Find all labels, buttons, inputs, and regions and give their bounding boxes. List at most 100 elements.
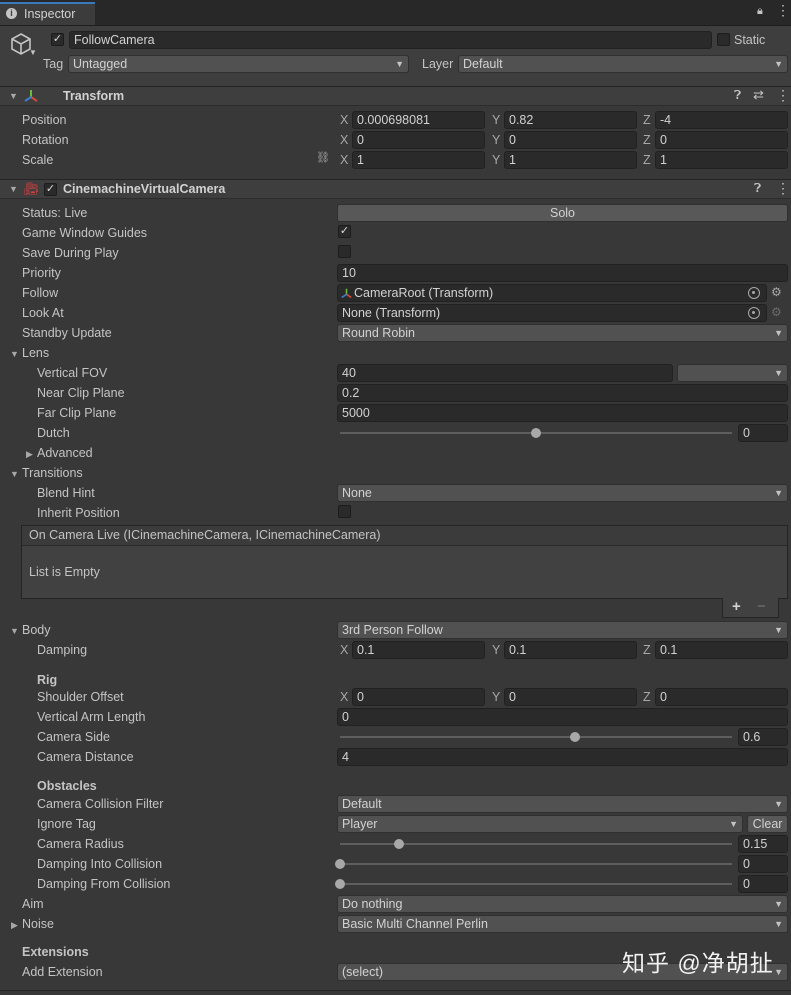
shoulder-x-input[interactable]: 0: [352, 688, 485, 706]
rotation-x-input[interactable]: 0: [352, 131, 485, 149]
component-menu-icon[interactable]: ⋮: [776, 87, 790, 104]
obstacles-heading: Obstacles: [37, 779, 97, 793]
vcam-header[interactable]: ▼ 🎥︎ ✓ CinemachineVirtualCamera ❓︎ ⋮: [0, 179, 791, 199]
position-y-input[interactable]: 0.82: [504, 111, 637, 129]
dutch-input[interactable]: 0: [738, 424, 788, 442]
object-picker-icon[interactable]: [748, 287, 760, 299]
advanced-label[interactable]: Advanced: [37, 446, 93, 460]
gameobject-name-input[interactable]: FollowCamera: [69, 31, 712, 49]
chevron-down-icon: ▼: [774, 799, 783, 809]
scale-y-input[interactable]: 1: [504, 151, 637, 169]
rotation-label: Rotation: [22, 133, 69, 147]
standby-update-dropdown[interactable]: Round Robin ▼: [337, 324, 788, 342]
gear-icon[interactable]: ⚙: [771, 285, 782, 299]
ignore-tag-dropdown[interactable]: Player ▼: [337, 815, 743, 833]
damping-from-collision-slider-thumb[interactable]: [335, 879, 345, 889]
position-z-input[interactable]: -4: [655, 111, 788, 129]
shoulder-z-input[interactable]: 0: [655, 688, 788, 706]
camera-radius-slider-thumb[interactable]: [393, 839, 404, 849]
help-icon[interactable]: ❓︎: [734, 88, 741, 103]
solo-button[interactable]: Solo: [337, 204, 788, 222]
camera-side-slider-thumb[interactable]: [570, 732, 581, 742]
foldout-arrow-icon[interactable]: ▼: [9, 91, 18, 101]
position-x-input[interactable]: 0.000698081: [352, 111, 485, 129]
near-clip-plane-input[interactable]: 0.2: [337, 384, 788, 402]
transform-header[interactable]: ▼ Transform ❓︎ ⇄ ⋮: [0, 86, 791, 106]
damping-from-collision-slider-track[interactable]: [335, 879, 732, 889]
tag-dropdown[interactable]: Untagged ▼: [68, 55, 409, 73]
noise-label[interactable]: Noise: [22, 917, 54, 931]
damping-y-input[interactable]: 0.1: [504, 641, 637, 659]
constrain-proportions-icon[interactable]: ⛓︎: [316, 151, 330, 164]
inherit-position-label: Inherit Position: [37, 506, 120, 520]
transitions-foldout-icon[interactable]: ▼: [10, 469, 19, 479]
rotation-z-input[interactable]: 0: [655, 131, 788, 149]
active-checkbox[interactable]: ✓: [51, 33, 64, 46]
clear-button[interactable]: Clear: [747, 815, 788, 833]
advanced-foldout-icon[interactable]: ▶: [26, 449, 33, 460]
shoulder-offset-label: Shoulder Offset: [37, 690, 124, 704]
camera-side-input[interactable]: 0.6: [738, 728, 788, 746]
blend-hint-dropdown[interactable]: None ▼: [337, 484, 788, 502]
vertical-arm-length-input[interactable]: 0: [337, 708, 788, 726]
lens-preset-dropdown[interactable]: ▼: [677, 364, 788, 382]
noise-dropdown[interactable]: Basic Multi Channel Perlin ▼: [337, 915, 788, 933]
axis-x-label: X: [340, 153, 349, 167]
aim-dropdown[interactable]: Do nothing ▼: [337, 895, 788, 913]
damping-into-collision-slider-thumb[interactable]: [335, 859, 345, 869]
axis-z-label: Z: [643, 690, 651, 704]
camera-distance-label: Camera Distance: [37, 750, 134, 764]
scale-z-input[interactable]: 1: [655, 151, 788, 169]
save-during-play-checkbox[interactable]: [338, 245, 351, 258]
more-menu-icon[interactable]: ⋮: [776, 3, 790, 17]
axis-x-label: X: [340, 113, 349, 127]
axis-z-label: Z: [643, 643, 651, 657]
dutch-slider-thumb[interactable]: [531, 428, 541, 438]
object-picker-icon[interactable]: [748, 307, 760, 319]
damping-from-collision-input[interactable]: 0: [738, 875, 788, 893]
lens-label[interactable]: Lens: [22, 346, 49, 360]
camera-distance-input[interactable]: 4: [337, 748, 788, 766]
gear-icon[interactable]: ⚙: [771, 305, 782, 319]
camera-collision-filter-dropdown[interactable]: Default ▼: [337, 795, 788, 813]
priority-label: Priority: [22, 266, 61, 280]
component-menu-icon[interactable]: ⋮: [776, 180, 790, 197]
transitions-label[interactable]: Transitions: [22, 466, 83, 480]
inherit-position-checkbox[interactable]: [338, 505, 351, 518]
body-foldout-icon[interactable]: ▼: [10, 626, 19, 636]
camera-radius-input[interactable]: 0.15: [738, 835, 788, 853]
icon-dropdown-arrow-icon[interactable]: ▼: [29, 48, 37, 57]
help-icon[interactable]: ❓︎: [754, 181, 761, 196]
vcam-enabled-checkbox[interactable]: ✓: [44, 183, 57, 196]
remove-icon[interactable]: −: [757, 598, 766, 615]
noise-foldout-icon[interactable]: ▶: [11, 920, 18, 931]
static-checkbox[interactable]: [717, 33, 730, 46]
axis-y-label: Y: [492, 643, 501, 657]
camera-radius-slider-track[interactable]: [340, 839, 732, 849]
presets-icon[interactable]: ⇄: [753, 87, 764, 103]
damping-into-collision-input[interactable]: 0: [738, 855, 788, 873]
scale-x-input[interactable]: 1: [352, 151, 485, 169]
lens-foldout-icon[interactable]: ▼: [10, 349, 19, 359]
tab-inspector[interactable]: i Inspector: [0, 2, 95, 25]
vertical-fov-input[interactable]: 40: [337, 364, 673, 382]
dutch-slider-track[interactable]: [340, 428, 732, 438]
game-window-guides-checkbox[interactable]: ✓: [338, 225, 351, 238]
cinemachine-camera-icon: 🎥︎: [23, 181, 40, 196]
body-label[interactable]: Body: [22, 623, 51, 637]
camera-side-slider-track[interactable]: [340, 732, 732, 742]
damping-z-input[interactable]: 0.1: [655, 641, 788, 659]
layer-dropdown[interactable]: Default ▼: [458, 55, 788, 73]
damping-into-collision-slider-track[interactable]: [335, 859, 732, 869]
body-dropdown[interactable]: 3rd Person Follow ▼: [337, 621, 788, 639]
add-icon[interactable]: +: [732, 598, 741, 615]
look-at-object-field[interactable]: None (Transform): [337, 304, 767, 322]
far-clip-plane-input[interactable]: 5000: [337, 404, 788, 422]
priority-input[interactable]: 10: [337, 264, 788, 282]
shoulder-y-input[interactable]: 0: [504, 688, 637, 706]
follow-object-field[interactable]: CameraRoot (Transform): [337, 284, 767, 302]
foldout-arrow-icon[interactable]: ▼: [9, 184, 18, 194]
lock-icon[interactable]: 🔒︎: [757, 5, 763, 18]
rotation-y-input[interactable]: 0: [504, 131, 637, 149]
damping-x-input[interactable]: 0.1: [352, 641, 485, 659]
